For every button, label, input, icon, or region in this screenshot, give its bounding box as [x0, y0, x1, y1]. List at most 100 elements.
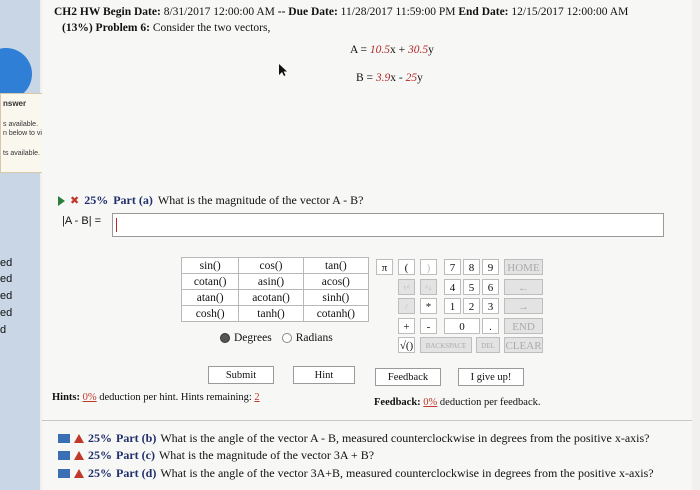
- answer-label: |A - B| =: [62, 215, 102, 227]
- vector-a-y-unit: y: [428, 44, 434, 56]
- give-up-button[interactable]: I give up!: [458, 368, 524, 386]
- course-name: CH2 HW: [54, 6, 101, 18]
- sinh-button[interactable]: sinh(): [302, 289, 370, 306]
- hint-button[interactable]: Hint: [293, 366, 355, 384]
- cotan-button[interactable]: cotan(): [180, 273, 240, 290]
- close-paren-key[interactable]: ): [420, 259, 437, 275]
- vector-b-x-unit: x -: [390, 72, 406, 84]
- problem-text: Consider the two vectors,: [152, 22, 271, 34]
- begin-date-label: Begin Date:: [103, 6, 161, 18]
- key-0[interactable]: 0: [444, 318, 480, 334]
- key-6[interactable]: 6: [482, 279, 499, 295]
- end-date: 12/15/2017 12:00:00 AM: [511, 6, 629, 18]
- pi-key[interactable]: π: [376, 259, 393, 275]
- part-a-weight: 25%: [84, 193, 109, 207]
- cotanh-button[interactable]: cotanh(): [302, 305, 370, 322]
- key-1[interactable]: 1: [444, 298, 461, 314]
- answer-status-line: s available.: [3, 121, 39, 128]
- warning-icon: [74, 451, 84, 460]
- sidebar-status[interactable]: ed: [0, 273, 12, 285]
- part-b-label: Part (b): [116, 431, 157, 445]
- up-key[interactable]: ↑^: [398, 279, 415, 295]
- feedback-label: Feedback:: [374, 397, 421, 408]
- vector-a-x-coef: 10.5: [369, 44, 391, 56]
- end-key[interactable]: END: [504, 318, 543, 334]
- plus-key[interactable]: +: [398, 318, 415, 334]
- asin-button[interactable]: asin(): [238, 273, 304, 290]
- vector-a: A = 10.5x + 30.5y: [350, 44, 434, 56]
- divide-key[interactable]: /: [398, 298, 415, 314]
- angle-mode: Degrees Radians: [220, 332, 333, 344]
- minus-key[interactable]: -: [420, 318, 437, 334]
- mouse-cursor-icon: [278, 63, 288, 82]
- backspace-key[interactable]: BACKSPACE: [420, 337, 472, 353]
- part-a-label: Part (a): [113, 193, 153, 207]
- part-d-text: What is the angle of the vector 3A+B, me…: [160, 466, 654, 480]
- key-9[interactable]: 9: [482, 259, 499, 275]
- hints-info: Hints: 0% deduction per hint. Hints rema…: [52, 392, 260, 403]
- key-3[interactable]: 3: [482, 298, 499, 314]
- due-date: 11/28/2017 11:59:00 PM: [340, 6, 456, 18]
- part-b-weight: 25%: [88, 431, 112, 445]
- sqrt-key[interactable]: √(): [398, 337, 415, 353]
- answer-status-title: nswer: [3, 99, 27, 108]
- edit-icon: [58, 451, 70, 460]
- open-paren-key[interactable]: (: [398, 259, 415, 275]
- assignment-header: CH2 HW Begin Date: 8/31/2017 12:00:00 AM…: [54, 6, 628, 18]
- text-caret: [116, 218, 117, 232]
- tan-button[interactable]: tan(): [302, 257, 370, 274]
- part-d-question[interactable]: 25% Part (d) What is the angle of the ve…: [58, 466, 654, 481]
- vector-a-x-unit: x +: [390, 44, 409, 56]
- degrees-radio[interactable]: [220, 333, 230, 343]
- degrees-label: Degrees: [234, 332, 272, 344]
- hints-text: deduction per hint. Hints remaining:: [99, 392, 252, 403]
- key-5[interactable]: 5: [463, 279, 480, 295]
- key-4[interactable]: 4: [444, 279, 461, 295]
- vector-b-x-coef: 3.9: [375, 72, 391, 84]
- cosh-button[interactable]: cosh(): [180, 305, 240, 322]
- edit-icon: [58, 434, 70, 443]
- right-arrow-key[interactable]: →: [504, 298, 543, 314]
- answer-input[interactable]: [112, 213, 664, 237]
- multiply-key[interactable]: *: [420, 298, 437, 314]
- left-arrow-key[interactable]: ←: [504, 279, 543, 295]
- divider: [42, 420, 692, 421]
- part-c-text: What is the magnitude of the vector 3A +…: [158, 448, 375, 462]
- delete-key[interactable]: DEL: [476, 337, 500, 353]
- sin-button[interactable]: sin(): [180, 257, 240, 274]
- acos-button[interactable]: acos(): [302, 273, 370, 290]
- vector-b-y-unit: y: [417, 72, 423, 84]
- clear-key[interactable]: CLEAR: [504, 337, 543, 353]
- vector-a-lhs: A =: [350, 44, 370, 56]
- down-key[interactable]: ^↓: [420, 279, 437, 295]
- tanh-button[interactable]: tanh(): [238, 305, 304, 322]
- acotan-button[interactable]: acotan(): [238, 289, 304, 306]
- submit-button[interactable]: Submit: [208, 366, 274, 384]
- radians-label: Radians: [295, 332, 333, 344]
- hints-deduction: 0%: [82, 392, 97, 403]
- home-key[interactable]: HOME: [504, 259, 543, 275]
- hints-remaining: 2: [254, 392, 260, 403]
- key-7[interactable]: 7: [444, 259, 461, 275]
- sidebar-status[interactable]: ed: [0, 257, 12, 269]
- radians-radio[interactable]: [281, 333, 292, 343]
- feedback-deduction: 0%: [423, 397, 438, 408]
- feedback-info: Feedback: 0% deduction per feedback.: [374, 397, 541, 408]
- part-c-question[interactable]: 25% Part (c) What is the magnitude of th…: [58, 448, 374, 463]
- decimal-key[interactable]: .: [482, 318, 499, 334]
- key-2[interactable]: 2: [463, 298, 480, 314]
- date-separator: --: [277, 6, 286, 18]
- key-8[interactable]: 8: [463, 259, 480, 275]
- part-b-question[interactable]: 25% Part (b) What is the angle of the ve…: [58, 431, 650, 446]
- sidebar-status[interactable]: ed: [0, 290, 12, 302]
- expand-arrow-icon[interactable]: [58, 195, 65, 206]
- sidebar-status[interactable]: ed: [0, 307, 12, 319]
- function-grid: sin() cos() tan() cotan() asin() acos() …: [180, 257, 370, 322]
- warning-icon: [74, 434, 84, 443]
- cos-button[interactable]: cos(): [238, 257, 304, 274]
- feedback-button[interactable]: Feedback: [375, 368, 441, 386]
- vector-b-lhs: B =: [356, 72, 376, 84]
- atan-button[interactable]: atan(): [180, 289, 240, 306]
- sidebar-status[interactable]: d: [0, 324, 6, 336]
- warning-icon: [74, 469, 84, 478]
